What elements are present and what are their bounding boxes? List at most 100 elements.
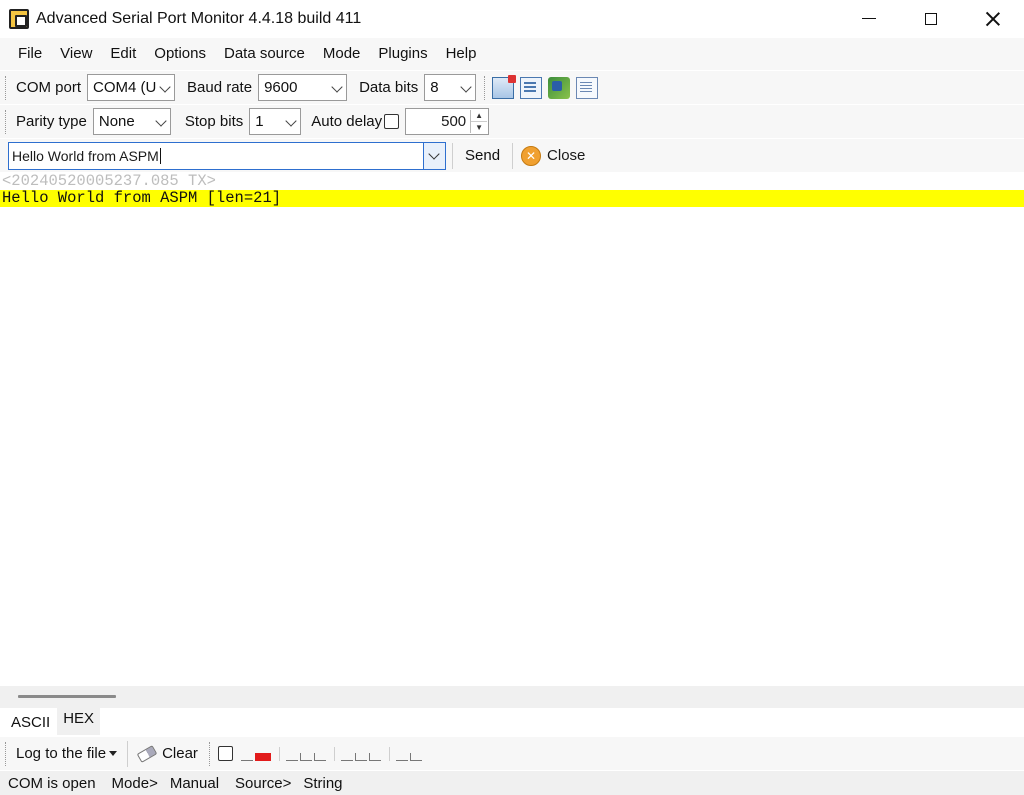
window-title: Advanced Serial Port Monitor 4.4.18 buil… (36, 9, 362, 27)
toolbar-grip[interactable] (208, 741, 211, 766)
signal-line-3 (340, 747, 383, 761)
menu-mode[interactable]: Mode (314, 38, 370, 70)
chevron-down-icon (159, 81, 171, 93)
signal-segment (285, 753, 298, 761)
timestamp-line: <20240520005237.085 TX> (2, 172, 216, 190)
mode-label: Mode> (111, 774, 158, 792)
scrollbar-thumb[interactable] (18, 695, 116, 698)
mode-value: Manual (169, 774, 220, 792)
parity-type-select[interactable]: None (92, 108, 171, 135)
chevron-down-icon (460, 81, 472, 93)
toolbar-separator (278, 746, 280, 761)
menu-plugins[interactable]: Plugins (369, 38, 436, 70)
send-toolbar: Hello World from ASPM Send ✕ Close (0, 139, 1024, 172)
menu-bar: File View Edit Options Data source Mode … (0, 38, 1024, 70)
menu-data-source[interactable]: Data source (215, 38, 314, 70)
close-circle-icon: ✕ (521, 145, 542, 166)
line-settings-toolbar: Parity type None Stop bits 1 Auto delay … (0, 105, 1024, 138)
clear-label: Clear (162, 745, 198, 762)
signal-segment (409, 752, 422, 761)
send-button[interactable]: Send (457, 147, 508, 164)
com-port-label: COM port (16, 79, 82, 96)
toolbar-grip[interactable] (5, 75, 7, 100)
data-line: Hello World from ASPM [len=21] (0, 190, 1024, 207)
baud-rate-label: Baud rate (187, 79, 253, 96)
baud-rate-select[interactable]: 9600 (258, 74, 348, 101)
arrow-up-icon[interactable]: ▲ (471, 110, 488, 122)
tab-ascii[interactable]: ASCII (6, 711, 55, 735)
menu-options[interactable]: Options (145, 38, 215, 70)
page-icon[interactable] (576, 76, 599, 99)
com-port-value: COM4 (U (93, 79, 157, 96)
auto-delay-label: Auto delay (311, 113, 383, 130)
signal-line-1 (240, 747, 273, 761)
signal-segment (354, 752, 367, 761)
delay-value: 500 (441, 113, 467, 130)
toolbar-grip[interactable] (5, 109, 7, 134)
plugin-icon[interactable] (548, 76, 571, 99)
log-to-file-button[interactable]: Log to the file (10, 745, 123, 762)
source-value: String (303, 774, 343, 792)
eraser-icon (136, 744, 158, 763)
close-port-button[interactable]: ✕ Close (517, 145, 586, 166)
monitor-icon[interactable] (492, 74, 517, 99)
auto-delay-checkbox[interactable] (384, 114, 400, 129)
port-state-status: COM is open (8, 774, 96, 792)
send-history-dropdown[interactable] (423, 142, 445, 169)
signal-line-2 (285, 747, 328, 761)
send-data-text: Hello World from ASPM (12, 147, 159, 164)
menu-help[interactable]: Help (437, 38, 486, 70)
text-caret (159, 147, 161, 164)
chevron-down-icon (285, 115, 297, 127)
signal-checkbox[interactable] (217, 746, 233, 761)
arrow-down-icon[interactable]: ▼ (471, 122, 487, 133)
log-to-file-label: Log to the file (16, 745, 107, 762)
spinner-arrows: ▲ ▼ (470, 110, 488, 133)
delay-spinner[interactable]: 500 ▲ ▼ (405, 108, 490, 135)
port-settings-toolbar: COM port COM4 (U Baud rate 9600 Data bit… (0, 71, 1024, 104)
stop-bits-select[interactable]: 1 (249, 108, 302, 135)
status-bar: COM is open Mode> Manual Source> String (0, 771, 1024, 795)
data-bits-select[interactable]: 8 (424, 74, 477, 101)
send-data-input[interactable]: Hello World from ASPM (8, 141, 446, 170)
signal-segment (368, 752, 381, 761)
toolbar-separator (127, 740, 129, 767)
minimize-icon (862, 18, 876, 19)
document-icon[interactable] (520, 76, 543, 99)
horizontal-scrollbar[interactable] (0, 686, 1024, 708)
minimize-button[interactable] (838, 0, 900, 37)
toolbar-separator (452, 142, 453, 169)
menu-view[interactable]: View (51, 38, 101, 70)
close-window-button[interactable] (962, 0, 1024, 37)
terminal-output[interactable]: <20240520005237.085 TX> Hello World from… (0, 173, 1024, 685)
clear-button[interactable]: Clear (132, 744, 204, 763)
log-toolbar: Log to the file Clear (0, 737, 1024, 770)
close-icon (986, 12, 1000, 26)
menu-file[interactable]: File (9, 38, 51, 70)
signal-segment (340, 753, 353, 761)
menu-edit[interactable]: Edit (101, 38, 145, 70)
dropdown-arrow-icon (109, 751, 118, 756)
toolbar-separator (333, 746, 335, 761)
toolbar-grip[interactable] (5, 741, 7, 766)
parity-type-label: Parity type (16, 113, 87, 130)
close-port-label: Close (547, 147, 586, 164)
source-label: Source> (235, 774, 292, 792)
baud-rate-value: 9600 (264, 79, 298, 96)
toolbar-separator (388, 746, 390, 761)
data-bits-value: 8 (430, 79, 439, 96)
com-port-select[interactable]: COM4 (U (87, 74, 176, 101)
tab-hex[interactable]: HEX (57, 708, 101, 735)
title-bar: Advanced Serial Port Monitor 4.4.18 buil… (0, 0, 1024, 37)
toolbar-grip[interactable] (484, 75, 486, 100)
window-controls (838, 0, 1024, 37)
data-bits-label: Data bits (359, 79, 419, 96)
signal-segment (299, 752, 312, 761)
maximize-icon (925, 12, 937, 25)
chevron-down-icon (155, 115, 167, 127)
chevron-down-icon (331, 81, 343, 93)
signal-line-4 (395, 747, 424, 761)
signal-active-indicator (254, 752, 271, 761)
maximize-button[interactable] (900, 0, 962, 37)
view-tabs: ASCII HEX (0, 708, 1024, 735)
